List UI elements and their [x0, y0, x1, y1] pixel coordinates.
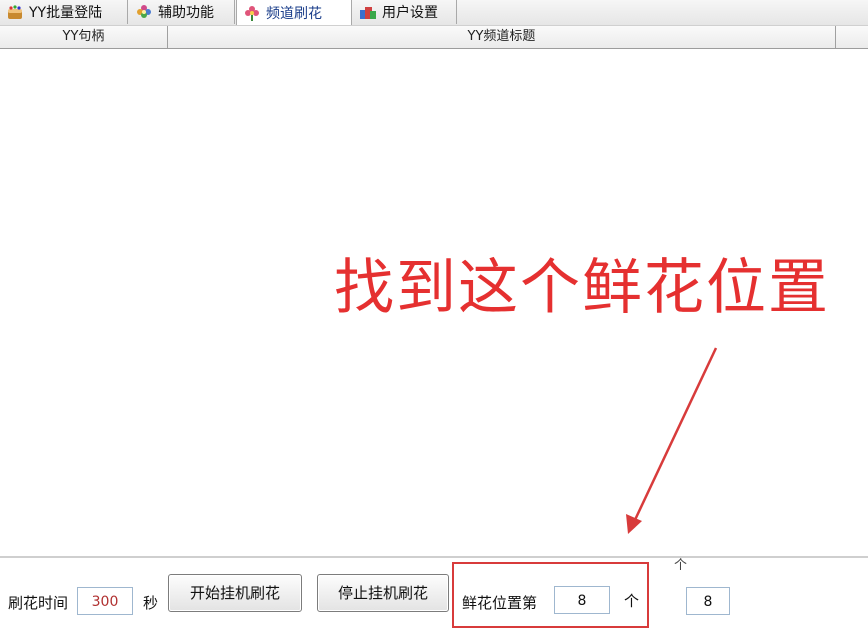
column-header-handle[interactable]: YY句柄 — [0, 26, 168, 48]
stop-button[interactable]: 停止挂机刷花 — [317, 574, 449, 612]
flower-position-label: 鲜花位置第 — [462, 594, 538, 612]
column-header-channel-title[interactable]: YY频道标题 — [168, 26, 836, 48]
tab-aux-functions[interactable]: 辅助功能 — [129, 0, 235, 24]
tab-label: 辅助功能 — [158, 5, 214, 21]
interval-input[interactable]: 300 — [77, 587, 133, 615]
up-arrow-mark: 个 — [674, 558, 688, 573]
tab-label: 频道刷花 — [266, 6, 322, 22]
tab-bar: YY批量登陆 辅助功能 频道刷花 用户设置 — [0, 0, 868, 26]
flower-icon — [135, 4, 153, 20]
cake-icon — [6, 4, 24, 20]
users-icon — [359, 4, 377, 20]
tab-label: YY批量登陆 — [29, 5, 103, 21]
tab-channel-flowers[interactable]: 频道刷花 — [236, 0, 352, 26]
flower-position-input[interactable]: 8 — [554, 586, 610, 614]
flower-position-unit: 个 — [624, 592, 640, 610]
tab-label: 用户设置 — [382, 5, 438, 21]
annotation-text: 找到这个鲜花位置 — [334, 253, 830, 323]
start-button[interactable]: 开始挂机刷花 — [168, 574, 302, 612]
tab-batch-login[interactable]: YY批量登陆 — [0, 0, 128, 24]
flower-position-input-copy[interactable]: 8 — [686, 587, 730, 615]
flower-icon — [243, 5, 261, 21]
list-header: YY句柄 YY频道标题 — [0, 25, 868, 49]
interval-unit: 秒 — [143, 594, 159, 612]
tab-user-settings[interactable]: 用户设置 — [353, 0, 457, 24]
interval-label: 刷花时间 — [8, 594, 69, 612]
